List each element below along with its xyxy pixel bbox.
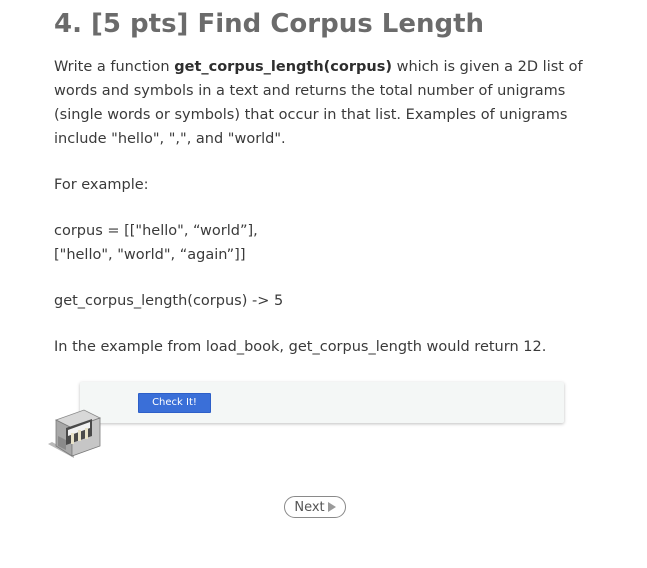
description-intro: Write a function: [54, 59, 175, 75]
example-corpus-line-2: ["hello", "world", “again”]]: [54, 247, 246, 263]
next-button[interactable]: Next: [284, 496, 346, 518]
check-it-button[interactable]: Check It!: [138, 393, 211, 413]
play-arrow-icon: [327, 502, 336, 512]
page-title: 4. [5 pts] Find Corpus Length: [54, 9, 485, 39]
question-body: Write a function get_corpus_length(corpu…: [54, 55, 594, 359]
robot-icon: [44, 406, 102, 458]
question-description: Write a function get_corpus_length(corpu…: [54, 55, 594, 151]
example-call: get_corpus_length(corpus) -> 5: [54, 293, 284, 309]
example-corpus-line-1: corpus = [["hello", “world”],: [54, 223, 258, 239]
function-name: get_corpus_length(corpus): [174, 59, 392, 75]
example-label: For example:: [54, 177, 149, 193]
check-panel: Check It!: [80, 382, 564, 423]
closing-note: In the example from load_book, get_corpu…: [54, 339, 547, 355]
next-label: Next: [294, 499, 325, 515]
